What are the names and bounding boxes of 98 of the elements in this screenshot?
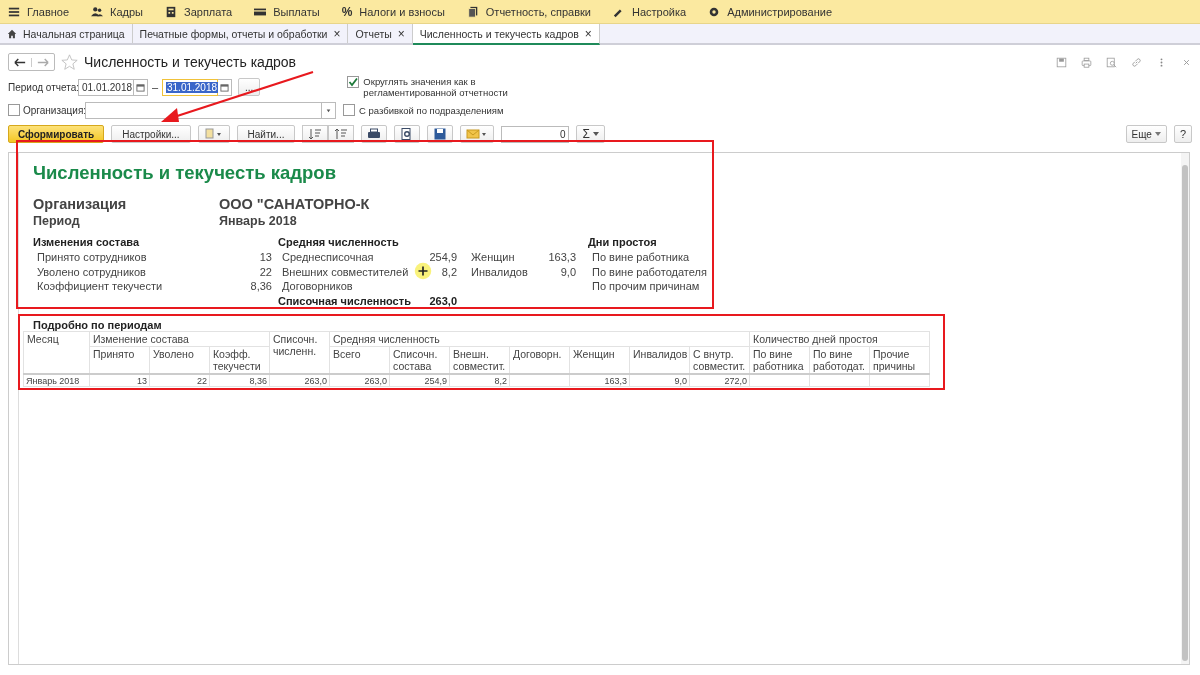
sort-up-icon <box>334 128 349 140</box>
favorite-star-icon[interactable] <box>61 53 78 71</box>
more-menu-button[interactable]: Еще <box>1125 125 1167 143</box>
print-icon[interactable] <box>1081 56 1092 68</box>
column-header: Списочн. численн. <box>269 331 330 374</box>
menu-item[interactable]: Настройка <box>613 5 687 18</box>
indicator-value: 254,9 <box>429 251 457 264</box>
menu-item[interactable]: Администрирование <box>708 5 833 18</box>
report-title: Численность и текучесть кадров <box>33 162 338 184</box>
indicator-label: По вине работодателя <box>591 265 707 278</box>
indicator-label: Уволено сотрудников <box>36 265 147 278</box>
page-tab[interactable]: Печатные формы, отчеты и обработки × <box>132 24 349 43</box>
indicator-value: 9,0 <box>560 265 576 278</box>
range-dash: – <box>150 81 160 93</box>
section-icon <box>466 5 479 18</box>
table-cell: 272,0 <box>724 375 748 386</box>
indicator-label: Договорников <box>282 280 353 293</box>
floppy-icon <box>433 128 448 140</box>
indicator-label: Женщин <box>471 251 515 264</box>
period-value: Январь 2018 <box>219 214 297 228</box>
total-label: Списочная численность <box>278 294 412 307</box>
indicator-label: Принято сотрудников <box>36 251 148 264</box>
indicator-value: 163,3 <box>548 251 576 264</box>
envelope-caret-icon <box>466 128 489 140</box>
calendar-icon[interactable] <box>134 78 148 96</box>
table-cell: 22 <box>197 375 207 386</box>
menu-item[interactable]: Зарплата <box>165 5 233 18</box>
page-tab[interactable]: Начальная страница <box>0 24 133 43</box>
table-cell: 263,0 <box>364 375 388 386</box>
table-cell: 13 <box>137 375 147 386</box>
indicator-label: По прочим причинам <box>591 280 700 293</box>
details-heading: Подробно по периодам <box>33 319 163 331</box>
column-header: Количество дней простоя <box>749 331 930 347</box>
section-heading: Изменения состава <box>33 236 141 250</box>
total-value: 263,0 <box>429 294 457 307</box>
indicator-value: 8,36 <box>249 280 272 293</box>
page-tab[interactable]: Отчеты × <box>348 24 413 43</box>
round-values-label: Округлять значения как в регламентированной отчетности <box>363 76 509 98</box>
column-header: Средняя численность <box>329 331 750 347</box>
indicator-label: Среднесписочная <box>282 251 374 264</box>
caret-icon <box>592 132 599 136</box>
cursor-highlight <box>414 262 432 280</box>
indicator-value: 22 <box>258 265 272 278</box>
section-icon <box>708 5 721 18</box>
table-cell: 9,0 <box>674 375 688 386</box>
caret-icon <box>1154 132 1161 136</box>
period-caption: Период <box>33 214 81 228</box>
section-icon <box>165 5 177 18</box>
table-cell: 263,0 <box>304 375 328 386</box>
help-button[interactable]: ? <box>1173 125 1192 143</box>
close-tab-button[interactable]: × <box>333 26 341 41</box>
menu-item[interactable]: Отчетность, справки <box>466 5 591 18</box>
indicator-value: 13 <box>258 251 272 264</box>
split-by-department-label: С разбивкой по подразделениям <box>359 104 504 116</box>
column-header: Месяц <box>23 331 90 374</box>
indicator-label: Внешних совместителей <box>282 265 409 278</box>
section-icon <box>8 5 20 18</box>
indicator-value: 8,2 <box>441 265 457 278</box>
menu-item[interactable]: % Налоги и взносы <box>341 4 445 19</box>
indicator-label: Инвалидов <box>471 265 528 278</box>
round-values-checkbox[interactable] <box>347 76 360 88</box>
split-by-department-checkbox[interactable] <box>343 104 355 116</box>
document-caret-icon <box>203 128 224 140</box>
period-label: Период отчета: <box>8 81 78 93</box>
table-cell: 254,9 <box>424 375 448 386</box>
page-tab[interactable]: Численность и текучесть кадров × <box>412 24 600 45</box>
dropdown-caret-icon[interactable] <box>322 101 336 119</box>
organization-name: ООО "САНАТОРНО-К <box>219 196 370 212</box>
table-cell: Январь 2018 <box>26 375 80 386</box>
table-cell: 163,3 <box>604 375 628 386</box>
column-header: Изменение состава <box>89 331 270 347</box>
navigation-buttons[interactable] <box>8 53 55 71</box>
organization-label: Организация: <box>23 104 85 116</box>
home-icon <box>7 28 17 39</box>
date-from-field[interactable]: 01.01.2018 <box>78 78 134 96</box>
close-tab-button[interactable]: × <box>397 26 405 41</box>
section-heading: Дни простоя <box>588 236 658 250</box>
form-title: Численность и текучесть кадров <box>84 54 297 70</box>
scrollbar[interactable] <box>1181 153 1189 664</box>
save-icon[interactable] <box>1056 56 1067 68</box>
close-tab-button[interactable]: × <box>584 26 592 41</box>
sort-down-icon <box>308 128 323 140</box>
organization-checkbox[interactable] <box>8 104 20 116</box>
table-cell: 8,2 <box>494 375 508 386</box>
indicator-label: Коэффициент текучести <box>36 280 164 293</box>
organization-caption: Организация <box>33 196 128 212</box>
organization-field[interactable] <box>85 101 322 119</box>
indicator-label: По вине работника <box>591 251 690 264</box>
calendar-icon[interactable] <box>218 78 232 96</box>
menu-item[interactable]: Выплаты <box>254 5 320 18</box>
table-cell: 8,36 <box>249 375 268 386</box>
printer-icon <box>367 128 382 140</box>
section-heading: Средняя численность <box>278 236 400 250</box>
generate-button[interactable]: Сформировать <box>8 125 105 143</box>
date-to-field[interactable]: 31.01.2018 <box>162 78 218 96</box>
section-icon <box>91 5 104 18</box>
menu-item[interactable]: Главное <box>8 5 70 18</box>
menu-item[interactable]: Кадры <box>91 5 143 18</box>
